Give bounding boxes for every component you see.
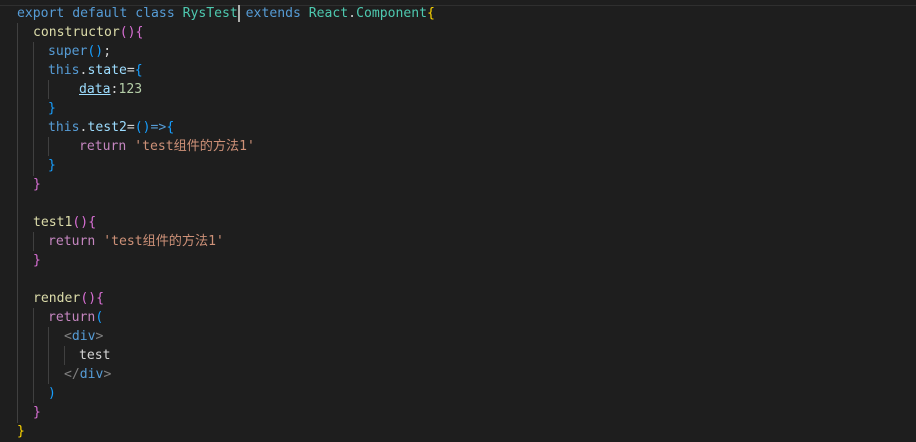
code-line-5[interactable]: data:123 <box>79 80 142 99</box>
indent-guide <box>48 80 49 99</box>
class-open-brace: { <box>427 6 435 21</box>
equals: = <box>126 63 135 78</box>
number-value: 123 <box>118 82 143 97</box>
indent-guide <box>33 308 34 403</box>
code-line-19[interactable]: test <box>79 346 111 365</box>
indent-guide <box>48 137 49 156</box>
class-close-brace: } <box>17 424 25 439</box>
close-brace: } <box>48 101 56 116</box>
code-line-21[interactable]: ) <box>48 384 56 403</box>
tag-div: div <box>79 367 104 382</box>
indent-guide <box>48 327 49 384</box>
code-line-14[interactable]: } <box>33 251 41 270</box>
equals: = <box>126 120 135 135</box>
code-line-18[interactable]: <div> <box>64 327 103 346</box>
code-line-17[interactable]: return( <box>48 308 103 327</box>
jsx-text: test <box>79 348 111 363</box>
code-line-1[interactable]: export default class RysTest extends Rea… <box>17 4 435 23</box>
paren: () <box>119 25 136 40</box>
keyword-extends: extends <box>245 6 301 21</box>
method-test1: test1 <box>33 215 73 230</box>
code-line-7[interactable]: this.test2=()=>{ <box>48 118 174 137</box>
keyword-export: export <box>17 6 65 21</box>
keyword-return: return <box>48 234 96 249</box>
open-brace: { <box>135 25 144 40</box>
code-line-20[interactable]: </div> <box>64 365 111 384</box>
text-cursor <box>237 5 240 22</box>
open-paren: ( <box>95 310 104 325</box>
keyword-class: class <box>135 6 175 21</box>
tag-close-bracket: > <box>95 329 104 344</box>
indent-guide <box>17 23 18 423</box>
arrow: => <box>150 120 167 135</box>
paren: () <box>87 44 104 59</box>
keyword-this: this <box>48 63 80 78</box>
code-line-2[interactable]: constructor(){ <box>33 23 143 42</box>
indent-guide <box>33 42 34 176</box>
code-line-13[interactable]: return 'test组件的方法1' <box>48 232 224 251</box>
close-brace: } <box>33 253 41 268</box>
code-line-23[interactable]: } <box>17 422 25 441</box>
close-brace: } <box>33 177 41 192</box>
code-line-4[interactable]: this.state={ <box>48 61 143 80</box>
tag-open-bracket: < <box>64 329 72 344</box>
dot: . <box>348 6 357 21</box>
code-line-3[interactable]: super(); <box>48 42 111 61</box>
semicolon: ; <box>103 44 112 59</box>
close-brace: } <box>48 158 56 173</box>
property-test2: test2 <box>87 120 127 135</box>
paren: () <box>134 120 151 135</box>
indent-guide <box>64 346 65 365</box>
keyword-default: default <box>72 6 128 21</box>
close-brace: } <box>33 405 41 420</box>
code-line-8[interactable]: return 'test组件的方法1' <box>79 137 255 156</box>
keyword-return: return <box>79 139 127 154</box>
tag-div: div <box>71 329 96 344</box>
react-identifier: React <box>308 6 349 21</box>
close-paren: ) <box>48 386 56 401</box>
string-literal: 'test组件的方法1' <box>103 234 224 249</box>
tag-close-bracket: > <box>103 367 112 382</box>
open-brace: { <box>88 215 97 230</box>
code-line-9[interactable]: } <box>48 156 56 175</box>
code-line-16[interactable]: render(){ <box>33 289 104 308</box>
open-brace: { <box>166 120 175 135</box>
open-brace: { <box>134 63 143 78</box>
keyword-this: this <box>48 120 80 135</box>
class-name: RysTest <box>182 6 238 21</box>
constructor-name: constructor <box>33 25 120 40</box>
paren: () <box>72 215 89 230</box>
code-line-12[interactable]: test1(){ <box>33 213 96 232</box>
key-data: data <box>79 82 111 97</box>
code-line-10[interactable]: } <box>33 175 41 194</box>
keyword-super: super <box>48 44 88 59</box>
property-state: state <box>87 63 127 78</box>
string-literal: 'test组件的方法1' <box>134 139 255 154</box>
method-render: render <box>33 291 81 306</box>
code-editor[interactable]: export default class RysTest extends Rea… <box>0 0 916 442</box>
open-brace: { <box>96 291 104 306</box>
code-line-6[interactable]: } <box>48 99 56 118</box>
component-identifier: Component <box>356 6 428 21</box>
indent-guide <box>33 232 34 251</box>
paren: () <box>80 291 97 306</box>
keyword-return: return <box>48 310 96 325</box>
code-line-22[interactable]: } <box>33 403 41 422</box>
tag-open-bracket: </ <box>64 367 80 382</box>
